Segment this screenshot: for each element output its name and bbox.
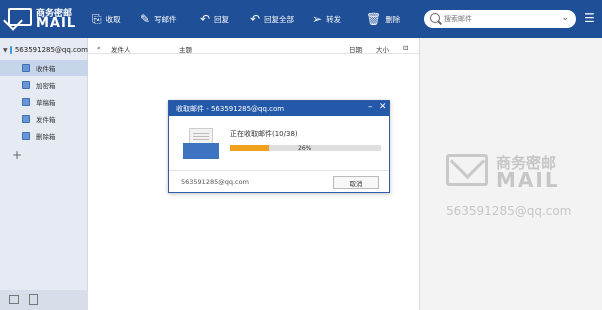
collapse-arrow-icon[interactable]: ▼ [3, 47, 8, 54]
folder-inbox[interactable]: 收件箱 [0, 60, 88, 76]
column-size[interactable]: 大小 [376, 44, 389, 54]
lock-icon [22, 81, 30, 89]
search-icon [430, 13, 440, 23]
dialog-account: 563591285@qq.com [181, 178, 249, 186]
account-email: 563591285@qq.com [14, 46, 88, 54]
inbox-download-icon: ⎘ [92, 12, 102, 26]
dialog-divider [169, 170, 389, 171]
receive-status: 正在收取邮件(10/38) [230, 130, 298, 138]
folder-encrypted[interactable]: 加密箱 [0, 77, 88, 93]
account-icon [9, 46, 12, 54]
forward-label: 转发 [326, 14, 342, 24]
top-toolbar: 商务密邮 MAIL ⎘ 收取 ✎ 写邮件 ↶ 回复 ↶ 回复全部 ➢ 转发 🗑 … [0, 0, 602, 38]
menu-icon[interactable]: ☰ [584, 11, 595, 25]
watermark-subtitle: MAIL [496, 168, 560, 192]
image-icon[interactable] [9, 295, 19, 304]
delete-button[interactable]: 🗑 删除 [366, 10, 400, 28]
delete-label: 删除 [385, 14, 401, 24]
cancel-button[interactable]: 取消 [333, 176, 379, 189]
draft-icon [22, 98, 30, 106]
mail-logo-icon [8, 8, 32, 26]
receive-label: 收取 [105, 14, 121, 24]
mail-receive-icon [181, 125, 221, 161]
search-box[interactable]: ⌄ [424, 10, 576, 28]
sidebar: ▼ 563591285@qq.com 收件箱 加密箱 草稿箱 发件箱 删除箱 + [0, 38, 88, 310]
preview-pane: 商务密邮 MAIL 563591285@qq.com [420, 38, 602, 310]
reply-button[interactable]: ↶ 回复 [200, 10, 229, 28]
folder-label: 草稿箱 [36, 99, 56, 107]
progress-fill [230, 145, 270, 151]
reply-all-button[interactable]: ↶ 回复全部 [250, 10, 294, 28]
folder-drafts[interactable]: 草稿箱 [0, 94, 88, 110]
lock-icon[interactable]: ⊡ [403, 44, 408, 52]
trash-icon: 🗑 [366, 12, 382, 26]
reply-label: 回复 [214, 14, 230, 24]
column-date[interactable]: 日期 [349, 44, 362, 54]
app-logo: 商务密邮 MAIL [8, 6, 88, 32]
add-account-icon[interactable]: + [12, 148, 22, 162]
folder-outbox[interactable]: 发件箱 [0, 111, 88, 127]
send-plane-icon: ➢ [312, 12, 323, 26]
mail-list-header: ⌕ 发件人 主题 日期 大小 ⊡ [89, 42, 419, 54]
minimize-icon[interactable]: – [368, 102, 373, 112]
watermark-email: 563591285@qq.com [446, 204, 572, 218]
compose-label: 写邮件 [154, 14, 177, 24]
attachment-icon[interactable]: ⌕ [97, 44, 101, 53]
reply-all-icon: ↶ [250, 12, 261, 26]
folder-label: 发件箱 [36, 116, 56, 124]
bookmark-icon[interactable] [29, 294, 38, 305]
folder-label: 删除箱 [36, 133, 56, 141]
receive-button[interactable]: ⎘ 收取 [92, 10, 121, 28]
search-input[interactable] [444, 13, 554, 25]
account-row[interactable]: ▼ 563591285@qq.com [0, 43, 88, 57]
column-sender[interactable]: 发件人 [111, 44, 131, 54]
outbox-icon [22, 115, 30, 123]
inbox-icon [22, 64, 30, 72]
receive-dialog: 收取邮件 - 563591285@qq.com – ✕ 正在收取邮件(10/38… [168, 100, 390, 193]
sidebar-footer [0, 290, 88, 310]
folder-label: 加密箱 [36, 82, 56, 90]
compose-button[interactable]: ✎ 写邮件 [140, 10, 177, 28]
progress-label: 26% [298, 145, 312, 152]
dialog-title[interactable]: 收取邮件 - 563591285@qq.com [169, 101, 389, 116]
chevron-down-icon[interactable]: ⌄ [561, 13, 569, 23]
reply-icon: ↶ [200, 12, 211, 26]
column-subject[interactable]: 主题 [179, 44, 192, 54]
trash-icon [22, 132, 30, 140]
logo-subtitle: MAIL [36, 16, 77, 31]
folder-deleted[interactable]: 删除箱 [0, 128, 88, 144]
pencil-icon: ✎ [140, 12, 151, 26]
folder-label: 收件箱 [36, 65, 56, 73]
close-icon[interactable]: ✕ [379, 102, 387, 112]
reply-all-label: 回复全部 [264, 14, 295, 24]
forward-button[interactable]: ➢ 转发 [312, 10, 341, 28]
mail-watermark-icon [446, 154, 488, 186]
